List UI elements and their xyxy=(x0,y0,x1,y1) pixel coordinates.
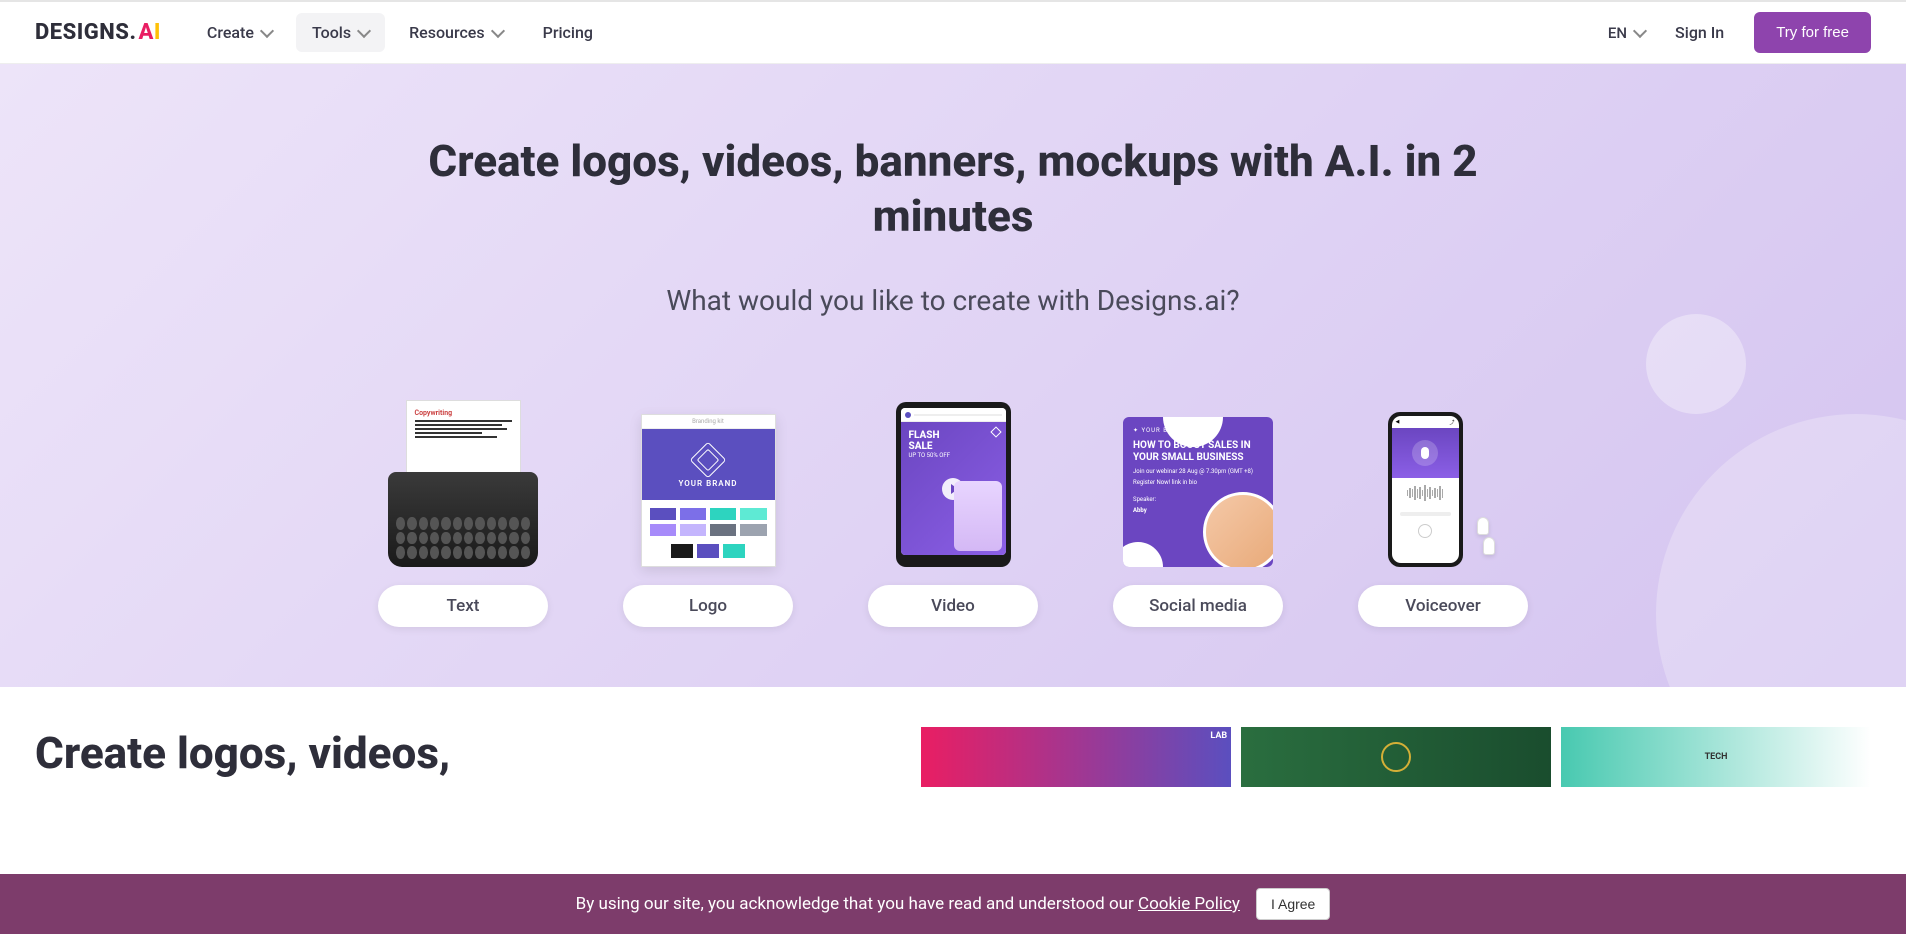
voiceover-button[interactable]: Voiceover xyxy=(1358,585,1528,627)
sale-text: SALE xyxy=(909,441,998,452)
signin-link[interactable]: Sign In xyxy=(1675,23,1724,42)
social-sub2: Register Now! link in bio xyxy=(1133,479,1263,486)
logo-text: DESIGNS. xyxy=(35,20,136,45)
typewriter-body xyxy=(388,472,538,567)
voiceover-visual: ◀⤴ xyxy=(1363,377,1523,567)
cookie-text: By using our site, you acknowledge that … xyxy=(576,894,1240,914)
section2-images: LAB TECH xyxy=(921,727,1871,787)
showcase-image-2 xyxy=(1241,727,1551,787)
logo-brand-text: YOUR BRAND xyxy=(652,479,765,488)
chevron-down-icon xyxy=(491,23,505,37)
logo-visual: Branding kit YOUR BRAND xyxy=(628,377,788,567)
social-brand: ✦ YOUR BRAND xyxy=(1133,427,1263,434)
hero-subtitle: What would you like to create with Desig… xyxy=(20,284,1886,317)
header-right: EN Sign In Try for free xyxy=(1608,12,1871,53)
card-logo: Branding kit YOUR BRAND Logo xyxy=(623,377,793,627)
tablet-icon: FLASH SALE UP TO 50% OFF xyxy=(896,402,1011,567)
typewriter-icon: Copywriting xyxy=(388,400,538,567)
cookie-agree-button[interactable]: I Agree xyxy=(1256,888,1330,920)
social-visual: ✦ YOUR BRAND HOW TO BOOST SALES IN YOUR … xyxy=(1118,377,1278,567)
social-speaker: Speaker: xyxy=(1133,496,1263,503)
try-for-free-button[interactable]: Try for free xyxy=(1754,12,1871,53)
phone-icon: ◀⤴ xyxy=(1388,412,1463,567)
showcase-image-1: LAB xyxy=(921,727,1231,787)
logo-ai-i: I xyxy=(154,20,161,45)
nav-resources-label: Resources xyxy=(409,23,485,42)
logo-ai: AI xyxy=(138,20,160,45)
nav-resources[interactable]: Resources xyxy=(393,13,519,52)
social-button[interactable]: Social media xyxy=(1113,585,1283,627)
social-name: Abby xyxy=(1133,507,1263,514)
logo-brand-area: YOUR BRAND xyxy=(642,429,775,500)
section-2: Create logos, videos, LAB TECH xyxy=(0,687,1906,787)
showcase-image-3: TECH xyxy=(1561,727,1871,787)
branding-kit-icon: Branding kit YOUR BRAND xyxy=(641,414,776,567)
logo[interactable]: DESIGNS. AI xyxy=(35,20,161,45)
nav-tools[interactable]: Tools xyxy=(296,13,385,52)
cookie-text-before: By using our site, you acknowledge that … xyxy=(576,894,1138,914)
earbuds-icon xyxy=(1469,517,1499,567)
social-title: HOW TO BOOST SALES IN YOUR SMALL BUSINES… xyxy=(1133,440,1263,464)
nav-tools-label: Tools xyxy=(312,23,351,42)
text-visual: Copywriting xyxy=(383,377,543,567)
nav-create-label: Create xyxy=(207,23,254,42)
header-left: DESIGNS. AI Create Tools Resources Prici… xyxy=(35,13,609,52)
nav-pricing[interactable]: Pricing xyxy=(527,13,609,52)
language-selector[interactable]: EN xyxy=(1608,24,1645,42)
color-swatches xyxy=(642,500,775,544)
social-post-icon: ✦ YOUR BRAND HOW TO BOOST SALES IN YOUR … xyxy=(1123,417,1273,567)
logo-ai-a: A xyxy=(138,20,153,45)
nav-create[interactable]: Create xyxy=(191,13,288,52)
logo-card-header: Branding kit xyxy=(642,415,775,429)
chevron-down-icon xyxy=(1633,23,1647,37)
microphone-icon xyxy=(1421,447,1429,459)
flash-text: FLASH xyxy=(909,430,998,441)
logo-button[interactable]: Logo xyxy=(623,585,793,627)
card-video: FLASH SALE UP TO 50% OFF Video xyxy=(868,377,1038,627)
chevron-down-icon xyxy=(357,23,371,37)
card-voiceover: ◀⤴ xyxy=(1358,377,1528,627)
hero-section: Create logos, videos, banners, mockups w… xyxy=(0,64,1906,687)
typewriter-paper: Copywriting xyxy=(406,400,521,480)
polygon-icon xyxy=(690,442,727,479)
create-cards: Copywriting xyxy=(20,377,1886,627)
video-visual: FLASH SALE UP TO 50% OFF xyxy=(873,377,1033,567)
video-button[interactable]: Video xyxy=(868,585,1038,627)
header: DESIGNS. AI Create Tools Resources Prici… xyxy=(0,0,1906,64)
chevron-down-icon xyxy=(260,23,274,37)
card-text: Copywriting xyxy=(378,377,548,627)
main-nav: Create Tools Resources Pricing xyxy=(191,13,609,52)
paper-title: Copywriting xyxy=(415,409,512,417)
swatches-row2 xyxy=(642,544,775,566)
section2-title: Create logos, videos, xyxy=(35,727,861,779)
hero-title: Create logos, videos, banners, mockups w… xyxy=(423,134,1483,244)
text-button[interactable]: Text xyxy=(378,585,548,627)
cookie-banner: By using our site, you acknowledge that … xyxy=(0,874,1906,934)
nav-pricing-label: Pricing xyxy=(543,23,593,42)
social-sub1: Join our webinar 28 Aug @ 7.30pm (GMT +8… xyxy=(1133,468,1263,475)
cookie-policy-link[interactable]: Cookie Policy xyxy=(1138,894,1240,914)
language-label: EN xyxy=(1608,24,1627,42)
card-social: ✦ YOUR BRAND HOW TO BOOST SALES IN YOUR … xyxy=(1113,377,1283,627)
sale-sub: UP TO 50% OFF xyxy=(909,452,998,459)
